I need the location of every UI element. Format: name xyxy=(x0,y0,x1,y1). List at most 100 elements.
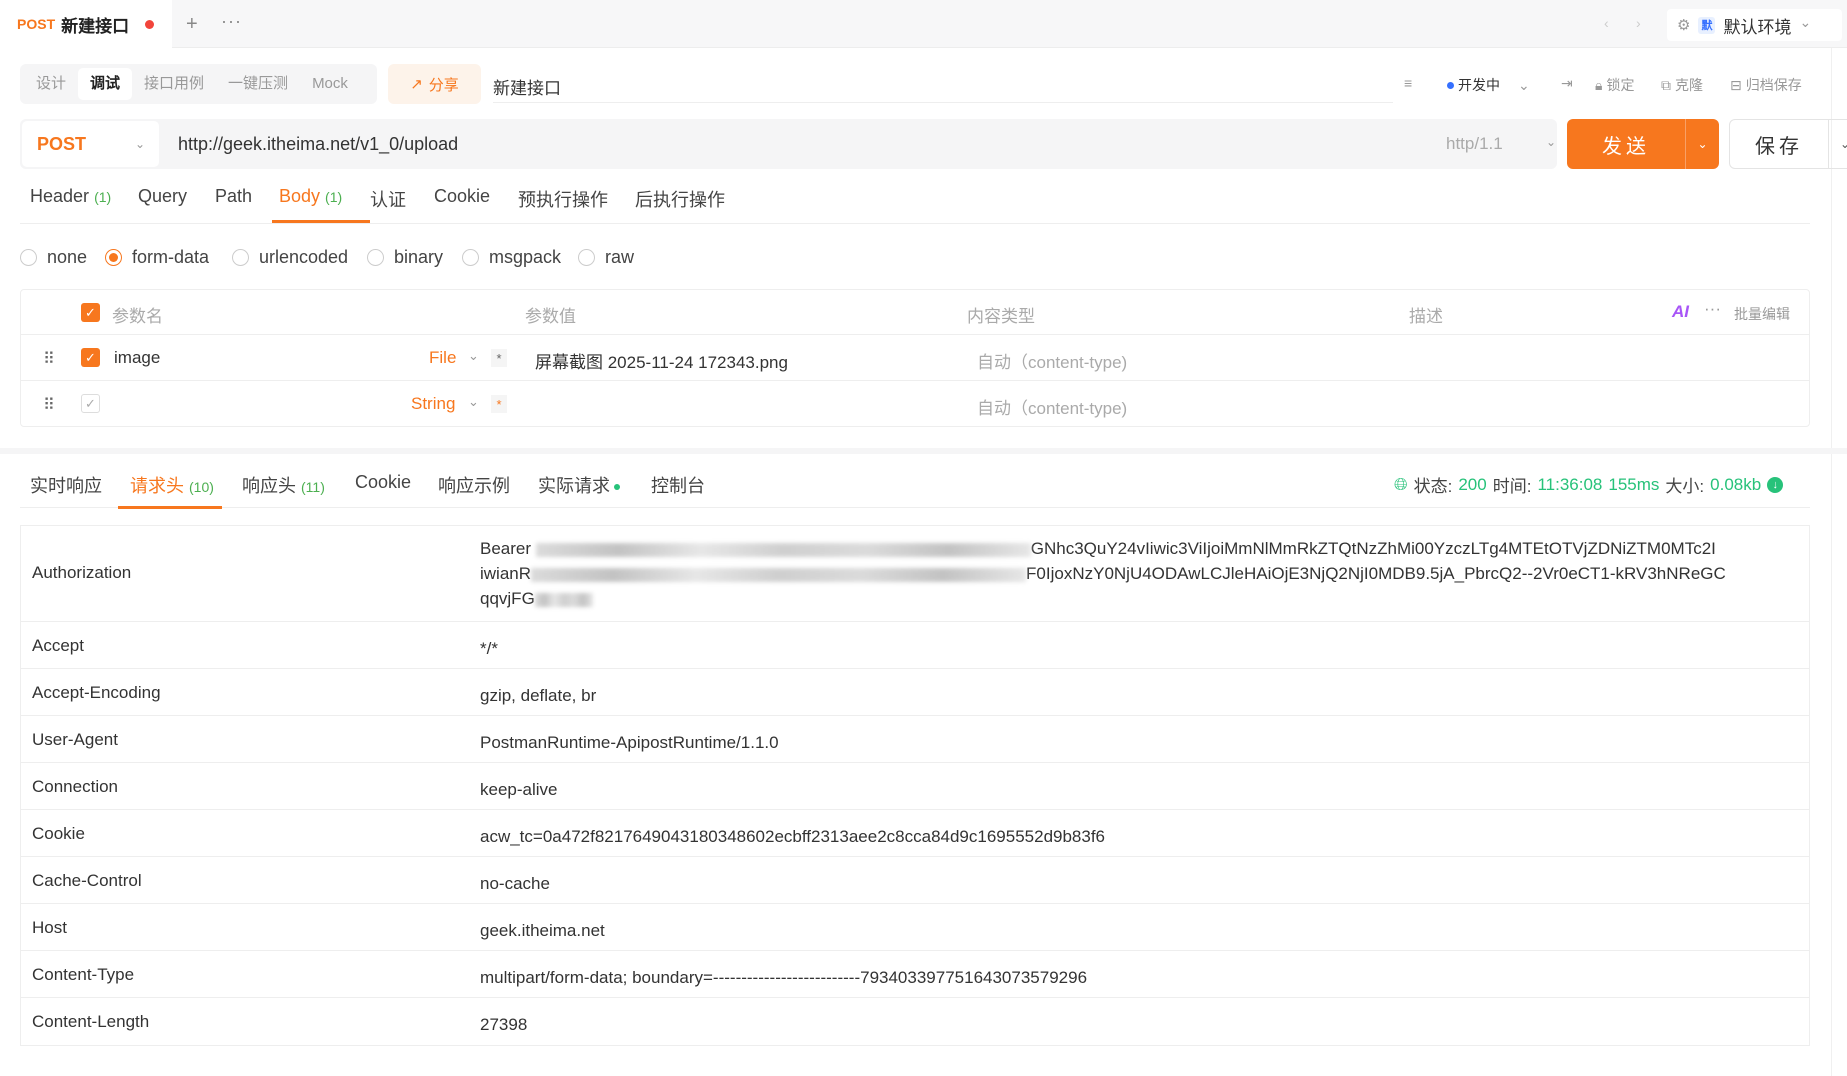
drag-handle-icon[interactable]: ⠿ xyxy=(43,349,55,369)
mode-tabs: 设计 调试 接口用例 一键压测 Mock xyxy=(20,64,377,104)
mode-tab-stress[interactable]: 一键压测 xyxy=(216,68,300,100)
table-row: Cache-Control no-cache xyxy=(21,857,1809,904)
body-type-urlencoded[interactable]: urlencoded xyxy=(232,247,348,268)
nav-next-icon[interactable]: › xyxy=(1636,15,1641,31)
mode-tab-cases[interactable]: 接口用例 xyxy=(132,68,216,100)
tab-request-headers[interactable]: 请求头 (10) xyxy=(130,472,214,498)
col-param-value: 参数值 xyxy=(525,307,576,326)
tab-auth[interactable]: 认证 xyxy=(370,186,406,212)
download-icon[interactable]: ↓ xyxy=(1767,476,1784,493)
tab-cookie[interactable]: Cookie xyxy=(434,186,490,207)
header-value: acw_tc=0a472f8217649043180348602ecbff231… xyxy=(480,827,1106,846)
tab-label: 后执行操作 xyxy=(635,190,725,210)
radio-label: raw xyxy=(605,247,635,267)
lock-icon: 🔒︎ xyxy=(1595,76,1603,93)
tab-query[interactable]: Query xyxy=(138,186,187,207)
ai-button[interactable]: AI xyxy=(1672,302,1689,322)
size-label: 大小: xyxy=(1665,477,1705,496)
param-name[interactable]: image xyxy=(114,348,160,368)
col-content-type: 内容类型 xyxy=(967,307,1035,326)
body-type-raw[interactable]: raw xyxy=(578,247,634,268)
response-status: 🌐︎ 状态: 200 时间: 11:36:08 155ms 大小: 0.08kb… xyxy=(1394,472,1784,497)
more-tabs-button[interactable]: ··· xyxy=(221,11,242,32)
archive-button[interactable]: ⊟ 归档保存 xyxy=(1730,75,1802,95)
clone-button[interactable]: ⧉ 克隆 xyxy=(1661,75,1703,95)
body-type-msgpack[interactable]: msgpack xyxy=(462,247,561,268)
select-all-checkbox[interactable]: ✓ xyxy=(81,303,100,322)
body-type-form-data[interactable]: form-data xyxy=(105,247,209,268)
param-value[interactable]: 屏幕截图 2025-11-24 172343.png xyxy=(535,348,788,373)
table-row: Host geek.itheima.net xyxy=(21,904,1809,951)
drag-handle-icon[interactable]: ⠿ xyxy=(43,395,55,415)
tab-response-cookie[interactable]: Cookie xyxy=(355,472,411,493)
tab-label: Path xyxy=(215,186,253,206)
share-button[interactable]: ↗ 分享 xyxy=(388,64,481,104)
http-version-select[interactable]: http/1.1 xyxy=(1446,134,1503,154)
response-separator xyxy=(0,448,1847,454)
status-dot xyxy=(1447,81,1454,89)
table-row: Content-Type multipart/form-data; boundar… xyxy=(21,951,1809,998)
redacted-blur xyxy=(531,567,1027,582)
more-icon[interactable]: ··· xyxy=(1704,299,1721,319)
status-select[interactable]: 开发中 ⌄ xyxy=(1447,75,1530,95)
save-dropdown-button[interactable]: ⌄ xyxy=(1829,119,1847,169)
tab-response-headers[interactable]: 响应头 (11) xyxy=(242,472,325,498)
tab-body[interactable]: Body (1) xyxy=(279,186,342,207)
mode-tab-design[interactable]: 设计 xyxy=(24,68,78,100)
archive-icon: ⊟ xyxy=(1730,76,1742,93)
radio-label: msgpack xyxy=(489,247,562,267)
header-value: gzip, deflate, br xyxy=(480,686,597,705)
url-input[interactable]: http://geek.itheima.net/v1_0/upload xyxy=(178,134,458,155)
send-button[interactable]: 发送 xyxy=(1567,119,1685,169)
header-key: User-Agent xyxy=(32,730,118,749)
required-toggle[interactable]: * xyxy=(491,349,507,367)
bulk-edit-button[interactable]: 批量编辑 xyxy=(1734,304,1790,324)
api-name-underline xyxy=(493,102,1393,103)
param-checkbox[interactable]: ✓ xyxy=(81,394,100,413)
tab-new-api[interactable]: POST 新建接口 xyxy=(0,0,172,48)
lock-button[interactable]: 🔒︎ 锁定 xyxy=(1595,75,1634,95)
tab-response-examples[interactable]: 响应示例 xyxy=(438,472,510,498)
header-value: */* xyxy=(480,639,498,658)
param-type-select[interactable]: String xyxy=(411,394,455,414)
redacted-blur xyxy=(534,592,593,607)
tab-label: 实时响应 xyxy=(30,476,102,496)
save-button[interactable]: 保存 xyxy=(1729,119,1829,169)
param-row: ⠿ ✓ String ⌄ * 自动（content-type) xyxy=(21,381,1809,427)
auth-part: Bearer xyxy=(480,539,536,558)
auth-part: qqvjFG xyxy=(480,589,535,608)
required-toggle[interactable]: * xyxy=(491,395,507,413)
radio-icon xyxy=(20,249,37,266)
header-key: Content-Length xyxy=(32,1012,150,1031)
auth-part: GNhc3QuY24vIiwic3ViIjoiMmNlMmRkZTQtNzZhM… xyxy=(1030,539,1716,558)
collapse-icon[interactable]: ⇥ xyxy=(1561,75,1573,92)
method-value: POST xyxy=(37,133,87,154)
param-content-type[interactable]: 自动（content-type) xyxy=(977,348,1127,373)
tab-pre-script[interactable]: 预执行操作 xyxy=(518,186,608,212)
header-value: Bearer GNhc3QuY24vIiwic3ViIjoiMmNlMmRkZT… xyxy=(480,536,1800,611)
header-value: keep-alive xyxy=(480,780,558,799)
tab-console[interactable]: 控制台 xyxy=(651,472,705,498)
format-icon[interactable]: ≡ xyxy=(1404,75,1412,91)
send-dropdown-button[interactable]: ⌄ xyxy=(1685,119,1719,169)
tab-post-script[interactable]: 后执行操作 xyxy=(635,186,725,212)
body-type-none[interactable]: none xyxy=(20,247,87,268)
tab-path[interactable]: Path xyxy=(215,186,252,207)
add-tab-button[interactable]: + xyxy=(186,13,198,36)
env-name: 默认环境 xyxy=(1723,17,1792,37)
param-checkbox[interactable]: ✓ xyxy=(81,348,100,367)
param-type-select[interactable]: File xyxy=(429,348,456,368)
param-content-type[interactable]: 自动（content-type) xyxy=(977,394,1127,419)
mode-tab-debug[interactable]: 调试 xyxy=(78,68,133,100)
nav-prev-icon[interactable]: ‹ xyxy=(1604,15,1609,31)
tab-actual-request[interactable]: 实际请求 xyxy=(538,472,620,498)
body-type-binary[interactable]: binary xyxy=(367,247,443,268)
tab-label: 控制台 xyxy=(651,476,705,496)
environment-select[interactable]: ⚙ 默 默认环境 ⌄ xyxy=(1667,9,1842,41)
api-name-input[interactable]: 新建接口 xyxy=(493,74,561,99)
tab-header[interactable]: Header (1) xyxy=(30,186,111,207)
table-row: Authorization Bearer GNhc3QuY24vIiwic3Vi… xyxy=(21,526,1809,622)
tab-live-response[interactable]: 实时响应 xyxy=(30,472,102,498)
method-select[interactable]: POST ⌄ xyxy=(22,121,159,167)
mode-tab-mock[interactable]: Mock xyxy=(300,68,360,100)
